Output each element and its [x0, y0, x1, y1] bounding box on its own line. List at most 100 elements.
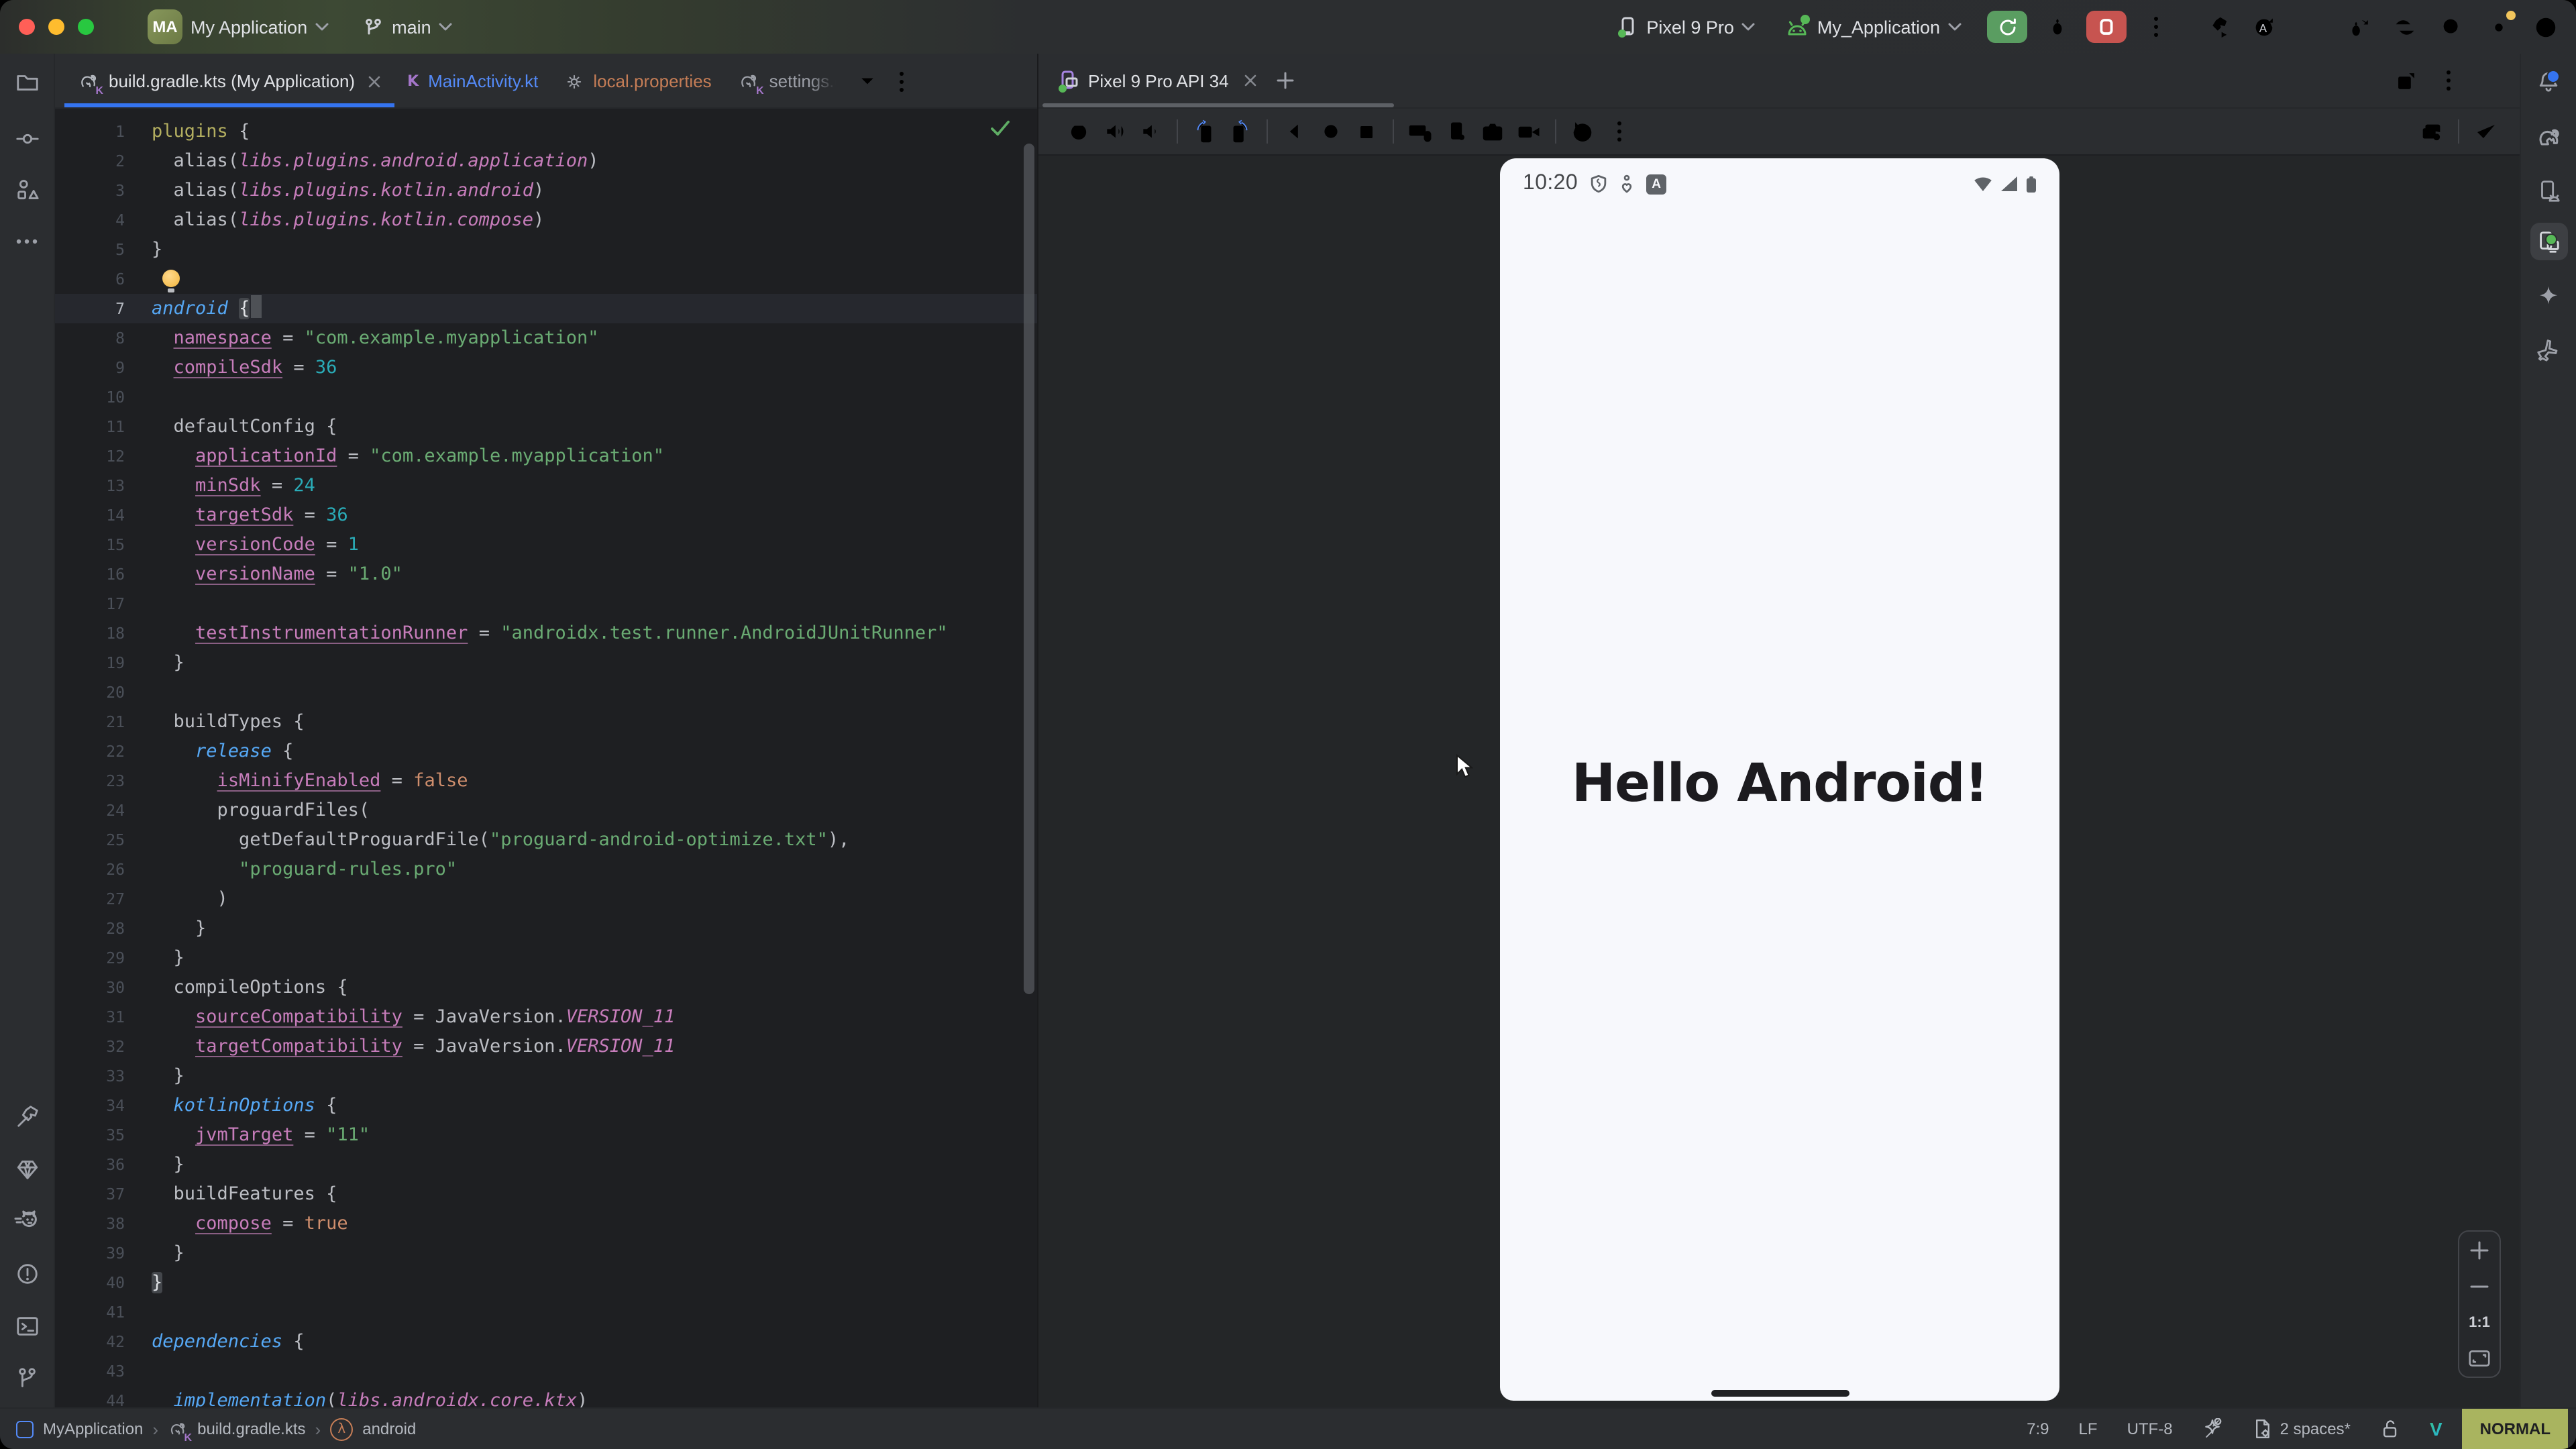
app-quality-insights-tool-button[interactable] [2530, 330, 2567, 368]
overview-button[interactable] [1348, 114, 1385, 149]
inspections-ok-icon[interactable] [990, 119, 1010, 137]
file-lock-button[interactable] [2365, 1409, 2415, 1449]
close-device-tab-icon[interactable] [1244, 74, 1257, 87]
settings-button[interactable] [2481, 9, 2516, 44]
version-control-tool-button[interactable] [8, 1359, 46, 1397]
code-line[interactable]: 1plugins { [55, 117, 1037, 146]
code-line[interactable]: 34 kotlinOptions { [55, 1091, 1037, 1120]
apply-changes-button[interactable]: A [2246, 9, 2281, 44]
line-separator[interactable]: LF [2064, 1409, 2112, 1449]
code-line[interactable]: 12 applicationId = "com.example.myapplic… [55, 441, 1037, 471]
line-number[interactable]: 41 [55, 1303, 152, 1322]
device-selector[interactable]: Pixel 9 Pro [1617, 16, 1756, 38]
code-editor[interactable]: 1plugins {2 alias(libs.plugins.android.a… [55, 109, 1037, 1407]
line-number[interactable]: 40 [55, 1273, 152, 1292]
running-devices-tool-button[interactable] [2530, 223, 2567, 260]
build-tool-button[interactable] [8, 1097, 46, 1135]
maximize-window-button[interactable] [78, 19, 94, 35]
code-line[interactable]: 32 targetCompatibility = JavaVersion.VER… [55, 1032, 1037, 1061]
line-number[interactable]: 33 [55, 1067, 152, 1085]
vcs-branch-widget[interactable]: main [364, 17, 453, 37]
zoom-out-button[interactable] [2463, 1271, 2496, 1301]
app-inspection-tool-button[interactable] [8, 1150, 46, 1187]
project-tool-button[interactable] [8, 63, 46, 101]
line-number[interactable]: 1 [55, 122, 152, 141]
code-line[interactable]: 4 alias(libs.plugins.kotlin.compose) [55, 205, 1037, 235]
line-number[interactable]: 19 [55, 653, 152, 672]
line-number[interactable]: 28 [55, 919, 152, 938]
account-button[interactable] [2528, 9, 2563, 44]
more-run-options-button[interactable] [2139, 9, 2174, 44]
code-line[interactable]: 40} [55, 1268, 1037, 1297]
code-line[interactable]: 43 [55, 1356, 1037, 1386]
attach-debugger-button[interactable] [2340, 9, 2375, 44]
gemini-tool-button[interactable] [2530, 278, 2567, 315]
problems-tool-button[interactable] [8, 1254, 46, 1292]
code-line[interactable]: 39 } [55, 1238, 1037, 1268]
line-number[interactable]: 22 [55, 742, 152, 761]
debug-button[interactable] [2039, 9, 2074, 44]
gradle-tool-button[interactable] [2530, 118, 2567, 156]
device-tab[interactable]: Pixel 9 Pro API 34 [1057, 70, 1257, 91]
code-line[interactable]: 24 proguardFiles( [55, 796, 1037, 825]
phone-screen[interactable]: 10:20 A Hello Android! [1500, 158, 2059, 1401]
line-number[interactable]: 6 [55, 270, 152, 288]
code-line[interactable]: 26 "proguard-rules.pro" [55, 855, 1037, 884]
notifications-tool-button[interactable] [2530, 63, 2567, 101]
line-number[interactable]: 3 [55, 181, 152, 200]
code-line[interactable]: 22 release { [55, 737, 1037, 766]
rotate-left-button[interactable] [1186, 114, 1222, 149]
home-button[interactable] [1312, 114, 1348, 149]
code-line[interactable]: 25 getDefaultProguardFile("proguard-andr… [55, 825, 1037, 855]
code-line[interactable]: 17 [55, 589, 1037, 619]
code-line[interactable]: 11 defaultConfig { [55, 412, 1037, 441]
line-number[interactable]: 20 [55, 683, 152, 702]
code-line[interactable]: 37 buildFeatures { [55, 1179, 1037, 1209]
line-number[interactable]: 36 [55, 1155, 152, 1174]
code-line[interactable]: 15 versionCode = 1 [55, 530, 1037, 559]
commit-tool-button[interactable] [8, 119, 46, 157]
line-number[interactable]: 2 [55, 152, 152, 170]
project-widget[interactable]: MA My Application [148, 9, 329, 44]
line-number[interactable]: 9 [55, 358, 152, 377]
code-line[interactable]: 20 [55, 678, 1037, 707]
caret-position[interactable]: 7:9 [2012, 1409, 2063, 1449]
volume-down-button[interactable] [1132, 114, 1169, 149]
line-number[interactable]: 35 [55, 1126, 152, 1144]
line-number[interactable]: 4 [55, 211, 152, 229]
line-number[interactable]: 32 [55, 1037, 152, 1056]
line-number[interactable]: 34 [55, 1096, 152, 1115]
intention-bulb-icon[interactable] [162, 270, 180, 287]
gemini-status-button[interactable] [2188, 1409, 2239, 1449]
apply-code-changes-button[interactable] [2293, 9, 2328, 44]
back-button[interactable] [1276, 114, 1312, 149]
code-line[interactable]: 14 targetSdk = 36 [55, 500, 1037, 530]
indent-widget[interactable]: 2 spaces* [2239, 1409, 2365, 1449]
code-line[interactable]: 36 } [55, 1150, 1037, 1179]
line-number[interactable]: 24 [55, 801, 152, 820]
line-number[interactable]: 8 [55, 329, 152, 347]
code-line[interactable]: 13 minSdk = 24 [55, 471, 1037, 500]
line-number[interactable]: 12 [55, 447, 152, 466]
screen-record-button[interactable] [1511, 114, 1547, 149]
line-number[interactable]: 7 [55, 299, 152, 318]
rotate-right-button[interactable] [1222, 114, 1258, 149]
line-number[interactable]: 37 [55, 1185, 152, 1203]
profiler-button[interactable] [2387, 9, 2422, 44]
line-number[interactable]: 16 [55, 565, 152, 584]
hidden-tabs-chevron[interactable] [850, 55, 885, 107]
search-everywhere-button[interactable] [2434, 9, 2469, 44]
code-line[interactable]: 35 jvmTarget = "11" [55, 1120, 1037, 1150]
device-settings-button[interactable] [1438, 114, 1474, 149]
breadcrumb-element[interactable]: android [362, 1419, 416, 1438]
line-number[interactable]: 26 [55, 860, 152, 879]
code-line[interactable]: 28 } [55, 914, 1037, 943]
code-line[interactable]: 29 } [55, 943, 1037, 973]
more-tool-windows-button[interactable] [8, 223, 46, 260]
line-number[interactable]: 39 [55, 1244, 152, 1263]
line-number[interactable]: 31 [55, 1008, 152, 1026]
tab-settings-gradle[interactable]: K settings.g [725, 55, 850, 107]
line-number[interactable]: 18 [55, 624, 152, 643]
logcat-tool-button[interactable] [8, 1202, 46, 1240]
close-tab-icon[interactable] [367, 74, 380, 88]
